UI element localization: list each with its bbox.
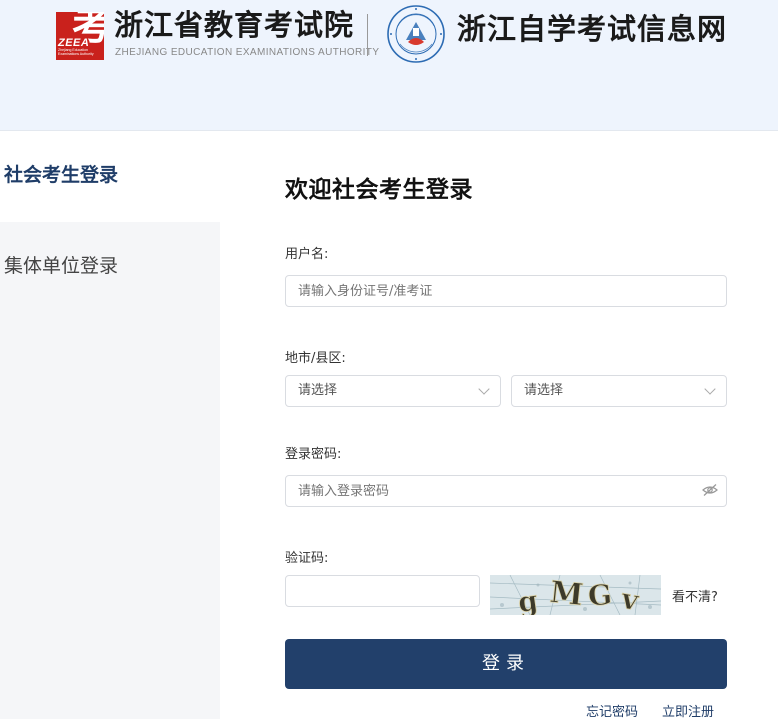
captcha-input[interactable] bbox=[285, 575, 480, 607]
username-label: 用户名: bbox=[285, 247, 329, 262]
tab-organization-login[interactable]: 集体单位登录 bbox=[0, 222, 220, 312]
chevron-down-icon bbox=[704, 383, 716, 395]
password-field-wrap bbox=[285, 475, 727, 507]
city-select[interactable]: 请选择 bbox=[285, 375, 501, 407]
captcha-label: 验证码: bbox=[285, 551, 329, 566]
tab-organization-label: 集体单位登录 bbox=[4, 255, 119, 277]
captcha-refresh-link[interactable]: 看不清? bbox=[672, 586, 718, 605]
login-type-sidebar: 社会考生登录 集体单位登录 bbox=[0, 132, 220, 719]
password-label: 登录密码: bbox=[285, 447, 342, 462]
svg-text:G: G bbox=[587, 578, 614, 613]
register-link[interactable]: 立即注册 bbox=[662, 701, 714, 719]
district-select[interactable]: 请选择 bbox=[511, 375, 727, 407]
captcha-image[interactable]: g M G v bbox=[490, 575, 661, 615]
site-header: 考 ZEEA Zhejiang Education Examinations A… bbox=[0, 0, 778, 131]
eye-off-icon[interactable] bbox=[702, 483, 718, 497]
district-select-value: 请选择 bbox=[524, 383, 564, 398]
chevron-down-icon bbox=[478, 383, 490, 395]
org-name: 浙江省教育考试院 bbox=[114, 8, 355, 42]
logo-small-text: Zhejiang Education Examinations Authorit… bbox=[58, 48, 94, 56]
form-title: 欢迎社会考生登录 bbox=[285, 177, 473, 203]
username-input[interactable] bbox=[285, 275, 727, 307]
tab-individual-label: 社会考生登录 bbox=[4, 164, 119, 186]
login-button[interactable]: 登录 bbox=[285, 639, 727, 689]
region-label: 地市/县区: bbox=[285, 351, 346, 366]
self-study-emblem-icon bbox=[387, 5, 445, 63]
svg-text:M: M bbox=[548, 575, 585, 613]
site-title: 浙江自学考试信息网 bbox=[457, 12, 728, 46]
city-select-value: 请选择 bbox=[298, 383, 338, 398]
zeea-logo: 考 ZEEA Zhejiang Education Examinations A… bbox=[56, 12, 104, 60]
org-name-en: ZHEJIANG EDUCATION EXAMINATIONS AUTHORIT… bbox=[115, 47, 380, 58]
forgot-password-link[interactable]: 忘记密码 bbox=[586, 701, 638, 719]
password-input[interactable] bbox=[285, 475, 727, 507]
header-divider bbox=[367, 14, 368, 56]
tab-individual-login[interactable]: 社会考生登录 bbox=[0, 132, 220, 222]
